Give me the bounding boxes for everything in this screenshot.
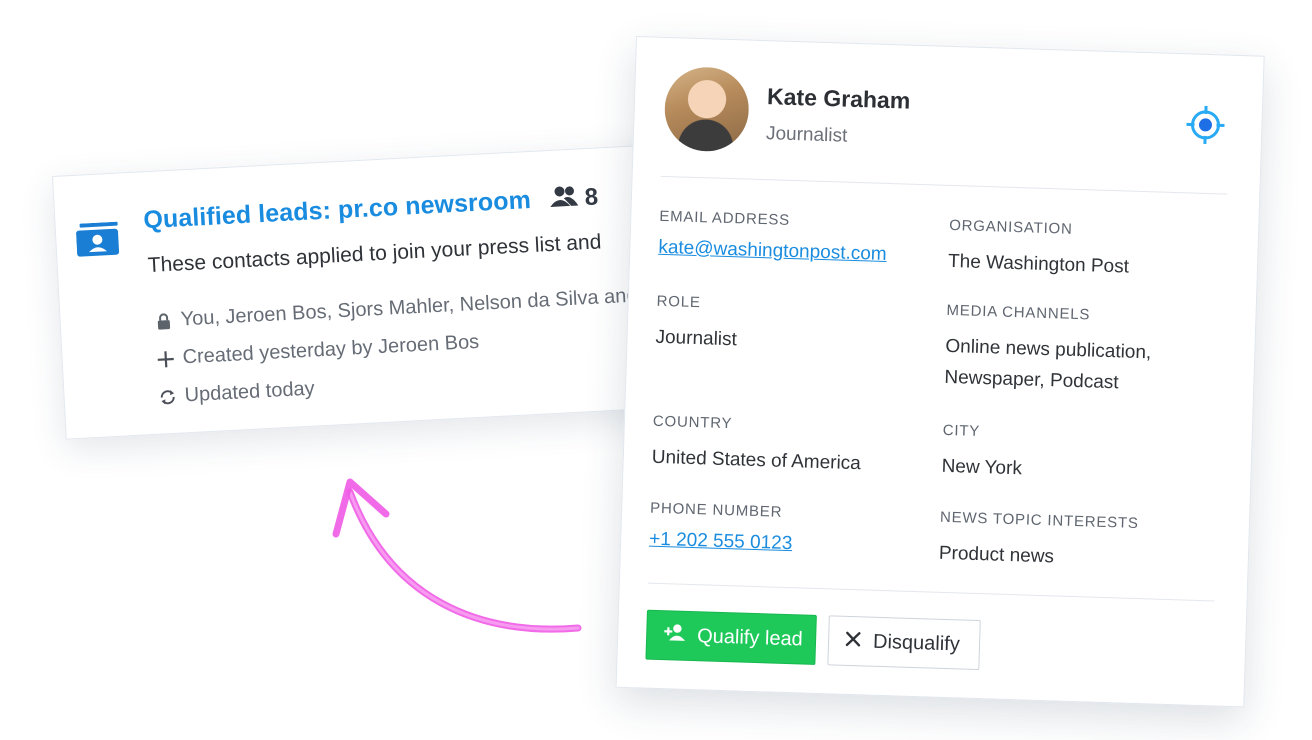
people-icon — [548, 184, 579, 213]
news-topics-value: Product news — [938, 542, 1055, 568]
header-divider — [660, 175, 1228, 195]
contact-name: Kate Graham — [766, 83, 911, 114]
contact-card-icon — [76, 221, 122, 258]
city-label: CITY — [942, 421, 981, 441]
list-description: These contacts applied to join your pres… — [147, 230, 602, 278]
created-line: Created yesterday by Jeroen Bos — [156, 331, 480, 371]
created-text: Created yesterday by Jeroen Bos — [182, 330, 480, 369]
avatar — [663, 65, 751, 153]
add-person-icon — [663, 623, 688, 648]
updated-text: Updated today — [184, 377, 316, 407]
city-value: New York — [941, 455, 1023, 480]
news-topics-field: NEWS TOPIC INTERESTS Product news — [938, 509, 1210, 577]
role-label: ROLE — [656, 292, 701, 312]
role-field: ROLE Journalist — [655, 293, 927, 361]
disqualify-label: Disqualify — [872, 630, 961, 655]
organisation-field: ORGANISATION The Washington Post — [948, 217, 1220, 285]
access-line: You, Jeroen Bos, Sjors Mahler, Nelson da… — [154, 285, 638, 333]
disqualify-button[interactable]: Disqualify — [827, 615, 981, 671]
list-card[interactable]: Qualified leads: pr.co newsroom 8 These … — [52, 142, 707, 440]
organisation-label: ORGANISATION — [948, 216, 1073, 238]
refresh-icon — [158, 387, 177, 406]
phone-field: PHONE NUMBER +1 202 555 0123 — [649, 500, 920, 559]
member-count-value: 8 — [584, 182, 599, 211]
news-topics-label: NEWS TOPIC INTERESTS — [939, 508, 1140, 533]
role-value: Journalist — [655, 326, 738, 351]
list-title-link[interactable]: Qualified leads: pr.co newsroom — [143, 186, 532, 235]
close-icon — [845, 629, 862, 652]
contact-title: Journalist — [765, 123, 848, 147]
lock-icon — [154, 311, 173, 330]
pointing-arrow-icon — [332, 478, 582, 633]
updated-line: Updated today — [158, 378, 315, 409]
city-field: CITY New York — [941, 422, 1213, 490]
media-channels-value: Online news publication, Newspaper, Podc… — [944, 331, 1216, 401]
access-text: You, Jeroen Bos, Sjors Mahler, Nelson da… — [180, 284, 638, 331]
email-field: EMAIL ADDRESS kate@washingtonpost.com — [658, 208, 929, 267]
email-label: EMAIL ADDRESS — [659, 207, 791, 229]
phone-label: PHONE NUMBER — [649, 499, 783, 521]
email-link[interactable]: kate@washingtonpost.com — [658, 237, 887, 266]
footer-divider — [647, 582, 1215, 602]
media-channels-label: MEDIA CHANNELS — [946, 301, 1091, 324]
member-count[interactable]: 8 — [548, 183, 599, 214]
phone-link[interactable]: +1 202 555 0123 — [649, 529, 793, 555]
qualify-lead-label: Qualify lead — [696, 624, 804, 651]
contact-card: Kate Graham Journalist EMAIL ADDRESS kat… — [615, 36, 1265, 708]
country-field: COUNTRY United States of America — [651, 413, 923, 481]
list-title-row: Qualified leads: pr.co newsroom 8 — [143, 182, 599, 235]
target-icon[interactable] — [1185, 104, 1226, 145]
country-value: United States of America — [651, 446, 862, 475]
media-channels-field: MEDIA CHANNELS Online news publication, … — [944, 302, 1217, 401]
organisation-value: The Washington Post — [947, 250, 1130, 278]
country-label: COUNTRY — [652, 412, 733, 433]
plus-icon — [156, 349, 175, 368]
qualify-lead-button[interactable]: Qualify lead — [645, 609, 817, 665]
